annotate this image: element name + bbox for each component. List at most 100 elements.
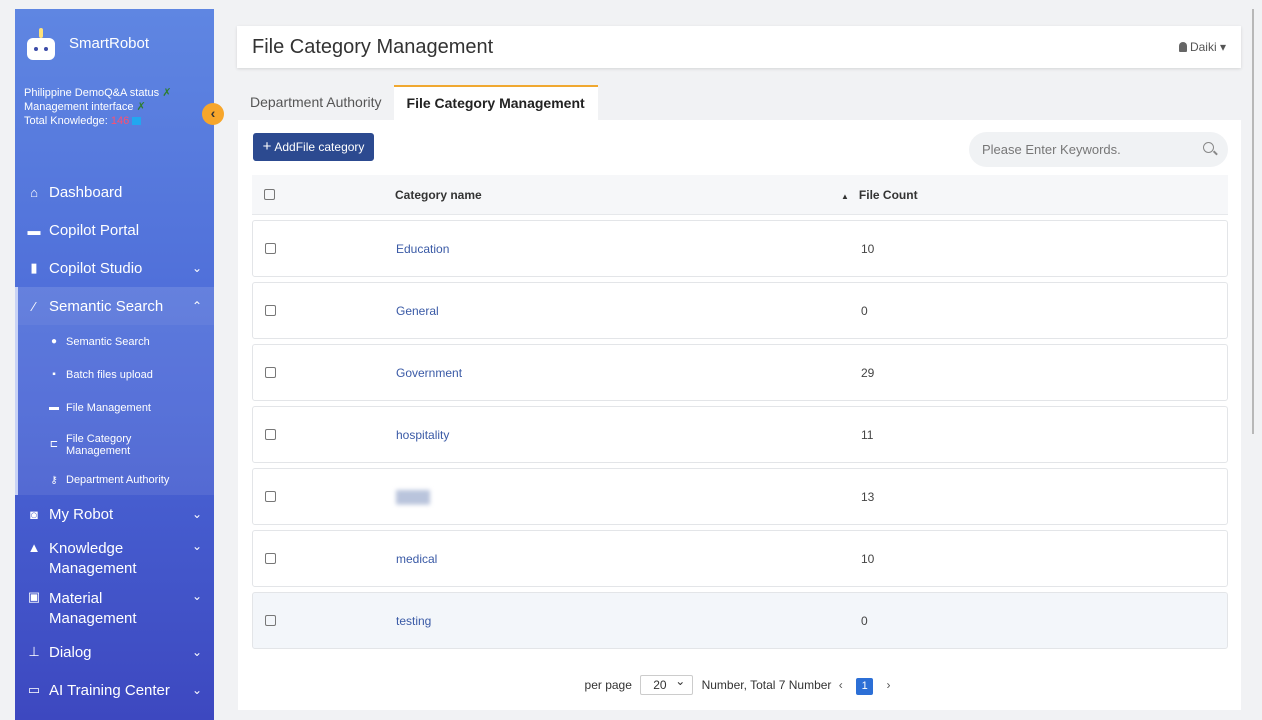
- user-name: Daiki: [1189, 40, 1217, 54]
- chevron-down-icon: ⌄: [191, 507, 202, 521]
- sidebar-item-label: AI Training Center: [49, 681, 170, 699]
- file-count: 0: [861, 613, 868, 628]
- sidebar-item-ai-training-center[interactable]: ▭ AI Training Center ⌄: [15, 671, 214, 709]
- sidebar-item-dashboard[interactable]: ⌂ Dashboard: [15, 173, 214, 211]
- chevron-down-icon: ⌄: [191, 539, 202, 553]
- tab-file-category-management[interactable]: File Category Management: [393, 85, 598, 120]
- chat-bubbles-icon: ●: [50, 336, 58, 347]
- file-count: 10: [861, 241, 875, 256]
- page-header: File Category Management Daiki ▾: [237, 26, 1241, 68]
- sidebar-item-copilot-portal[interactable]: ▬ Copilot Portal: [15, 211, 214, 249]
- table-row: hospitality 11: [252, 406, 1228, 463]
- prev-page-icon[interactable]: ‹: [839, 678, 843, 692]
- key-icon: ⚷: [50, 474, 58, 486]
- tab-bar: Department Authority File Category Manag…: [238, 85, 598, 120]
- brand-name: SmartRobot: [69, 35, 150, 52]
- folder-icon: ▬: [49, 402, 59, 413]
- row-checkbox[interactable]: [265, 615, 276, 626]
- next-page-icon[interactable]: ›: [886, 678, 890, 692]
- sidebar-subitem-label: Department Authority: [66, 474, 170, 486]
- category-name-link[interactable]: Government: [396, 366, 462, 380]
- status-panel: Philippine DemoQ&A status ✗ Management i…: [15, 78, 214, 173]
- add-file-category-button[interactable]: + AddFile category: [253, 133, 374, 161]
- category-name-link[interactable]: Education: [396, 242, 449, 256]
- brand[interactable]: SmartRobot: [15, 9, 214, 78]
- row-checkbox[interactable]: [265, 305, 276, 316]
- sidebar-subitem-semantic-search[interactable]: ● Semantic Search: [18, 325, 214, 358]
- table-row: Education 10: [252, 220, 1228, 277]
- category-name-link[interactable]: General: [396, 304, 439, 318]
- content-panel: +AddFile category Category name ▲File Co…: [238, 120, 1241, 710]
- sidebar-collapse-button[interactable]: ‹: [202, 103, 224, 125]
- category-name-link[interactable]: hospitality: [396, 428, 449, 442]
- window-scrollbar[interactable]: [1252, 9, 1254, 434]
- column-header-file-count[interactable]: ▲ File Count: [841, 188, 918, 202]
- row-checkbox[interactable]: [265, 243, 276, 254]
- column-header-category-name[interactable]: Category name: [395, 188, 482, 202]
- sidebar-item-label: My Robot: [49, 505, 114, 523]
- tab-department-authority[interactable]: Department Authority: [238, 85, 394, 120]
- laptop-icon: ▭: [27, 682, 41, 697]
- sidebar-item-material-management[interactable]: ▣ Material Management ⌄: [15, 583, 214, 633]
- row-checkbox[interactable]: [265, 553, 276, 564]
- sidebar: SmartRobot Philippine DemoQ&A status ✗ M…: [15, 9, 214, 720]
- table-row: General 0: [252, 282, 1228, 339]
- status-line-2: Management interface: [24, 101, 134, 113]
- sidebar-subitem-batch-files-upload[interactable]: ▪ Batch files upload: [18, 358, 214, 391]
- sidebar-item-my-robot[interactable]: ◙ My Robot ⌄: [15, 495, 214, 533]
- comment-icon: [132, 117, 142, 126]
- file-icon: ▪: [52, 369, 56, 380]
- sidebar-item-label: Knowledge Management: [49, 540, 137, 577]
- table-row: Government 29: [252, 344, 1228, 401]
- sidebar-item-semantic-search[interactable]: ⁄ Semantic Search ⌃: [15, 287, 214, 325]
- page-number-current[interactable]: 1: [856, 678, 874, 695]
- sidebar-item-label: Copilot Portal: [49, 221, 140, 239]
- category-name-link-redacted[interactable]: ████: [396, 490, 430, 504]
- file-count: 29: [861, 365, 875, 380]
- add-file-category-label: AddFile category: [274, 140, 365, 154]
- sidebar-item-knowledge-management[interactable]: ▲ Knowledge Management ⌄: [15, 533, 214, 583]
- plus-icon: +: [262, 138, 272, 155]
- total-knowledge-label: Total Knowledge:: [24, 115, 108, 127]
- table-header: Category name ▲ File Count: [252, 175, 1228, 215]
- sidebar-subitem-label: File Management: [66, 401, 151, 414]
- category-table: Category name ▲ File Count Education 10 G…: [252, 175, 1228, 649]
- select-all-checkbox[interactable]: [264, 189, 275, 200]
- chevron-down-icon: ⌄: [191, 683, 202, 697]
- images-icon: ▣: [27, 589, 41, 604]
- file-count: 11: [861, 427, 874, 442]
- category-name-link[interactable]: testing: [396, 614, 431, 628]
- semantic-search-submenu: ● Semantic Search ▪ Batch files upload ▬…: [15, 325, 214, 495]
- search-input[interactable]: [969, 132, 1179, 167]
- sidebar-item-copilot-studio[interactable]: ▮ Copilot Studio ⌄: [15, 249, 214, 287]
- magic-wand-icon: ⁄: [32, 298, 36, 314]
- sidebar-subitem-department-authority[interactable]: ⚷ Department Authority: [18, 465, 214, 495]
- user-icon: [1178, 42, 1187, 52]
- robot-icon: ◙: [30, 506, 38, 522]
- home-icon: ⌂: [30, 184, 38, 200]
- tree-icon: ⊏: [49, 438, 59, 450]
- row-checkbox[interactable]: [265, 429, 276, 440]
- sidebar-subitem-file-management[interactable]: ▬ File Management: [18, 391, 214, 424]
- sort-asc-icon: ▲: [841, 191, 849, 201]
- status-line-1: Philippine DemoQ&A status: [24, 87, 160, 99]
- category-name-link[interactable]: medical: [396, 552, 437, 566]
- chevron-down-icon: ⌄: [191, 645, 202, 659]
- row-checkbox[interactable]: [265, 367, 276, 378]
- sidebar-subitem-file-category-management[interactable]: ⊏ File Category Management: [18, 424, 214, 465]
- sidebar-nav: ⌂ Dashboard ▬ Copilot Portal ▮ Copilot S…: [15, 173, 214, 709]
- search-icon[interactable]: [1203, 142, 1214, 153]
- row-checkbox[interactable]: [265, 491, 276, 502]
- user-menu[interactable]: Daiki ▾: [1178, 40, 1226, 54]
- table-row: ████ 13: [252, 468, 1228, 525]
- chevron-down-icon: ⌄: [191, 589, 202, 603]
- sidebar-subitem-label: Batch files upload: [66, 368, 153, 381]
- per-page-select[interactable]: 20: [640, 672, 694, 695]
- page-title: File Category Management: [252, 35, 494, 58]
- search-box: [969, 132, 1228, 167]
- chevron-down-icon: ⌄: [191, 261, 202, 275]
- pagination: per page 20 Number, Total 7 Number ‹ 1 ›: [238, 672, 1241, 695]
- pagination-summary: Number, Total 7 Number: [701, 678, 832, 692]
- sidebar-item-dialog[interactable]: ⊥ Dialog ⌄: [15, 633, 214, 671]
- sidebar-item-label: Dialog: [49, 643, 92, 661]
